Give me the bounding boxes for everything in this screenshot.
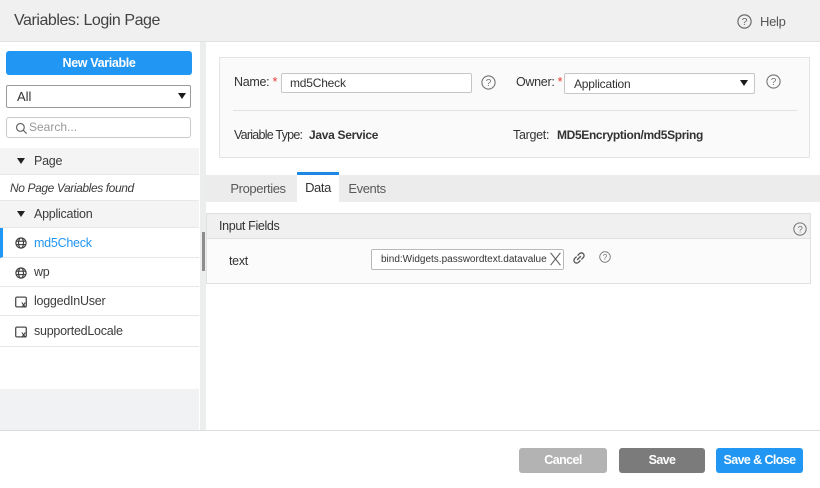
svg-text:?: ? xyxy=(771,77,777,88)
svg-text:?: ? xyxy=(603,252,608,261)
svg-text:?: ? xyxy=(742,16,748,28)
svg-text:?: ? xyxy=(486,78,492,89)
svg-text:x: x xyxy=(21,299,26,309)
svg-text:x: x xyxy=(21,329,26,339)
svg-text:?: ? xyxy=(798,224,803,234)
